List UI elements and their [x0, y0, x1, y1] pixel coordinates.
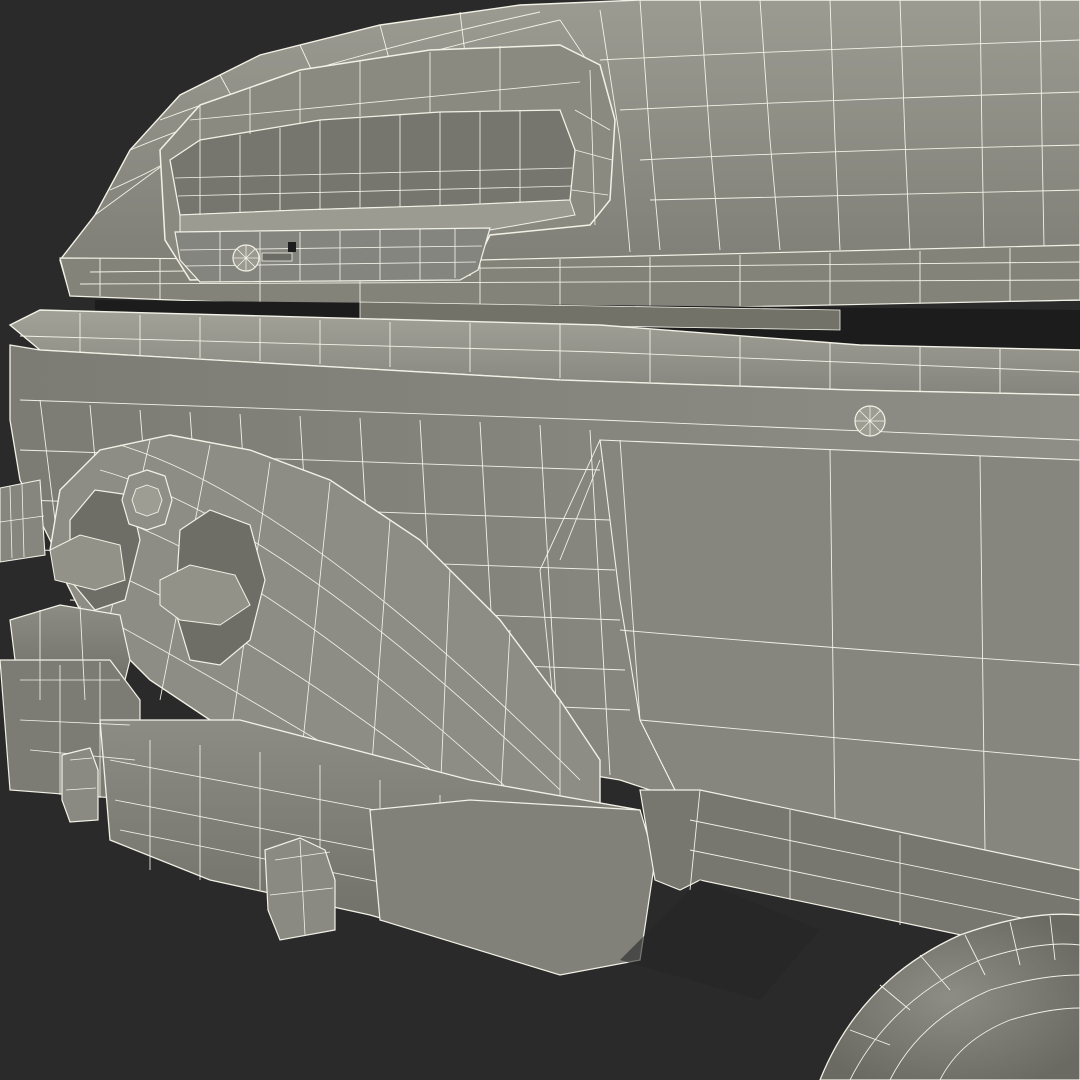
render-viewport — [0, 0, 1080, 1080]
wireframe-render — [0, 0, 1080, 1080]
trim-bolt — [854, 405, 886, 437]
hex-bolt — [121, 469, 173, 531]
tow-bar-stub — [0, 479, 46, 563]
